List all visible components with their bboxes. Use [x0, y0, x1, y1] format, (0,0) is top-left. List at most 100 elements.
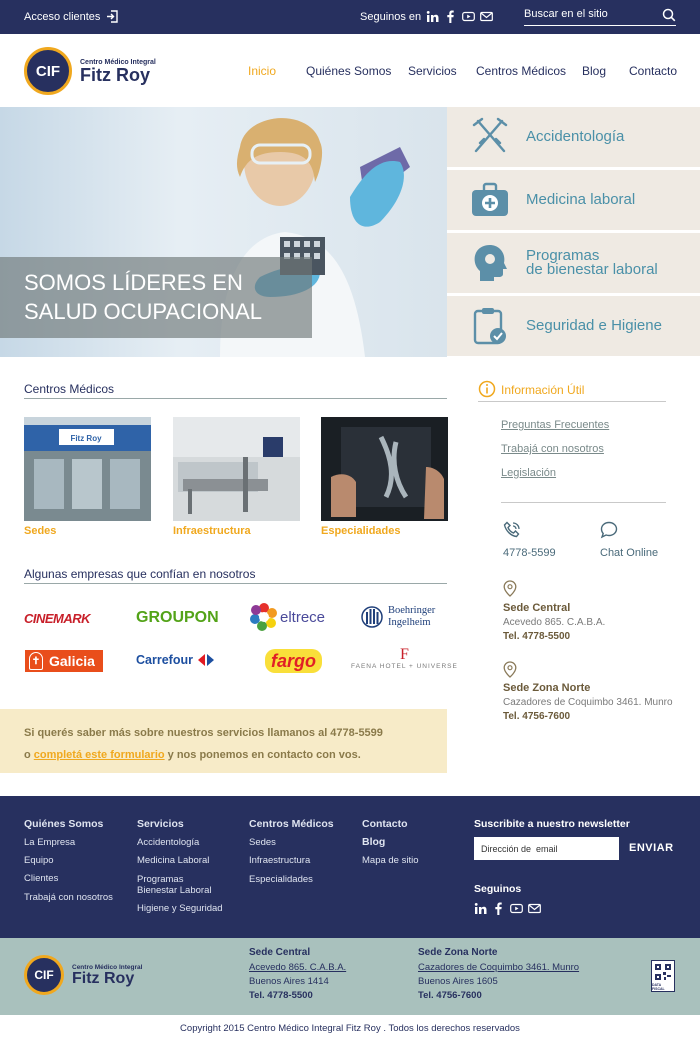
footer-la-empresa[interactable]: La Empresa [24, 837, 75, 848]
location-pin-icon [503, 580, 517, 597]
label-especialidades[interactable]: Especialidades [321, 525, 401, 537]
youtube-icon[interactable] [510, 902, 523, 915]
client-access-link[interactable]: Acceso clientes [24, 10, 119, 23]
footer-trabaja[interactable]: Trabajá con nosotros [24, 892, 113, 903]
newsletter-email-input[interactable] [474, 837, 619, 860]
boehringer-line-2: Ingelheim [388, 617, 431, 628]
brand-galicia: ✝ Galicia [25, 650, 103, 672]
footer-servicios[interactable]: Servicios [137, 818, 184, 830]
nav-servicios[interactable]: Servicios [408, 64, 457, 78]
service-label: Accidentología [526, 128, 625, 145]
sede-norte-title: Sede Zona Norte [503, 682, 591, 694]
footer-logo-big: Fitz Roy [72, 969, 135, 987]
facebook-icon[interactable] [444, 10, 457, 23]
nav-centros-medicos[interactable]: Centros Médicos [476, 64, 566, 78]
cta-prefix: o [24, 749, 34, 761]
link-legislacion[interactable]: Legislación [501, 467, 556, 479]
boehringer-line-1: Boehringer [388, 605, 436, 616]
footer-sede-central-phone: Tel. 4778-5500 [249, 990, 313, 1001]
link-preguntas-frecuentes[interactable]: Preguntas Frecuentes [501, 419, 609, 431]
service-label: Medicina laboral [526, 191, 636, 208]
email-icon[interactable] [480, 10, 494, 23]
label-infraestructura[interactable]: Infraestructura [173, 525, 251, 537]
svg-text:Fitz Roy: Fitz Roy [70, 434, 102, 443]
brand-cinemark: CINEMARK [24, 611, 91, 626]
newsletter-title: Suscribite a nuestro newsletter [474, 818, 630, 830]
brand-eltrece: eltrece [250, 603, 325, 631]
footer-infraestructura[interactable]: Infraestructura [249, 855, 310, 866]
footer-blog[interactable]: Blog [362, 836, 385, 848]
youtube-icon[interactable] [462, 10, 476, 23]
phone-icon[interactable] [503, 521, 521, 539]
sede-norte-address: Cazadores de Coquimbo 3461. Munro [503, 697, 673, 708]
galicia-shield-icon: ✝ [29, 652, 43, 670]
footer-accidentologia[interactable]: Accidentología [137, 837, 199, 848]
nav-blog[interactable]: Blog [582, 64, 606, 78]
footer-equipo[interactable]: Equipo [24, 855, 54, 866]
facebook-icon[interactable] [492, 902, 505, 915]
footer-contacto[interactable]: Contacto [362, 818, 408, 830]
phone-number[interactable]: 4778-5599 [503, 547, 556, 559]
sede-central-phone: Tel. 4778-5500 [503, 631, 571, 642]
footer-social [474, 902, 541, 915]
footer-higiene[interactable]: Higiene y Seguridad [137, 903, 223, 914]
site-logo[interactable]: CIF Centro Médico Integral Fitz Roy [24, 47, 156, 95]
linkedin-icon[interactable] [426, 10, 439, 23]
centros-title: Centros Médicos [24, 382, 115, 396]
footer-sede-norte-city: Buenos Aires 1605 [418, 976, 498, 987]
email-icon[interactable] [528, 902, 541, 915]
footer-mapa-sitio[interactable]: Mapa de sitio [362, 855, 419, 866]
footer-sede-central-address[interactable]: Acevedo 865. C.A.B.A. [249, 962, 346, 973]
search-icon[interactable] [662, 8, 676, 22]
brand-carrefour: Carrefour [136, 653, 217, 667]
nav-contacto[interactable]: Contacto [629, 64, 677, 78]
qr-code-icon [654, 963, 672, 981]
service-programas-bienestar[interactable]: Programas de bienestar laboral [447, 233, 700, 293]
search-input[interactable] [524, 8, 654, 20]
hero-line-1: SOMOS LÍDERES EN [24, 270, 243, 295]
login-icon [107, 10, 119, 23]
carrefour-text: Carrefour [136, 653, 193, 667]
footer-sedes[interactable]: Sedes [249, 837, 276, 848]
service-medicina-laboral[interactable]: Medicina laboral [447, 170, 700, 230]
footer-quienes-somos[interactable]: Quiénes Somos [24, 818, 103, 830]
faena-text: FAENA HOTEL + UNIVERSE [351, 663, 458, 670]
site-search [524, 8, 676, 26]
data-fiscal-badge[interactable]: DATA FISCAL [651, 960, 675, 992]
footer-centros-medicos[interactable]: Centros Médicos [249, 818, 334, 830]
service-accidentologia[interactable]: Accidentología [447, 107, 700, 167]
copyright: Copyright 2015 Centro Médico Integral Fi… [0, 1015, 700, 1042]
service-label-wrap: Programas de bienestar laboral [526, 248, 658, 277]
link-trabaja-con-nosotros[interactable]: Trabajá con nosotros [501, 443, 604, 455]
thumb-infraestructura[interactable] [173, 417, 300, 521]
thumb-especialidades[interactable] [321, 417, 448, 521]
nav-quienes-somos[interactable]: Quiénes Somos [306, 64, 391, 78]
footer-addresses: CIF Centro Médico Integral Fitz Roy Sede… [0, 938, 700, 1015]
footer-clientes[interactable]: Clientes [24, 873, 58, 884]
footer-especialidades[interactable]: Especialidades [249, 874, 313, 885]
thumb-sedes[interactable]: Fitz Roy [24, 417, 151, 521]
footer-medicina-laboral[interactable]: Medicina Laboral [137, 855, 209, 866]
logo-mark: CIF [24, 47, 72, 95]
chat-online-link[interactable]: Chat Online [600, 547, 658, 559]
footer-sede-norte-address[interactable]: Cazadores de Coquimbo 3461. Munro [418, 962, 579, 973]
footer-sede-norte-title: Sede Zona Norte [418, 947, 498, 958]
services-menu: Accidentología Medicina laboral Programa… [447, 107, 700, 357]
footer-programas[interactable]: Programas Bienestar Laboral [137, 874, 227, 896]
crutches-icon [472, 117, 508, 153]
hero-banner[interactable]: SOMOS LÍDERES EN SALUD OCUPACIONAL [0, 107, 447, 357]
nav-inicio[interactable]: Inicio [248, 64, 276, 78]
carrefour-icon [197, 654, 214, 666]
linkedin-icon[interactable] [474, 902, 487, 915]
chat-icon[interactable] [600, 521, 618, 539]
newsletter-send-button[interactable]: ENVIAR [629, 842, 674, 854]
client-access-label: Acceso clientes [24, 10, 101, 23]
service-seguridad-higiene[interactable]: Seguridad e Higiene [447, 296, 700, 356]
galicia-text: Galicia [49, 653, 95, 669]
cta-form-link[interactable]: completá este formulario [34, 749, 165, 761]
sede-central-title: Sede Central [503, 602, 571, 614]
data-fiscal-label: DATA FISCAL [652, 983, 665, 991]
sede-central-address: Acevedo 865. C.A.B.A. [503, 617, 606, 628]
empresas-divider [24, 583, 447, 584]
label-sedes[interactable]: Sedes [24, 525, 56, 537]
